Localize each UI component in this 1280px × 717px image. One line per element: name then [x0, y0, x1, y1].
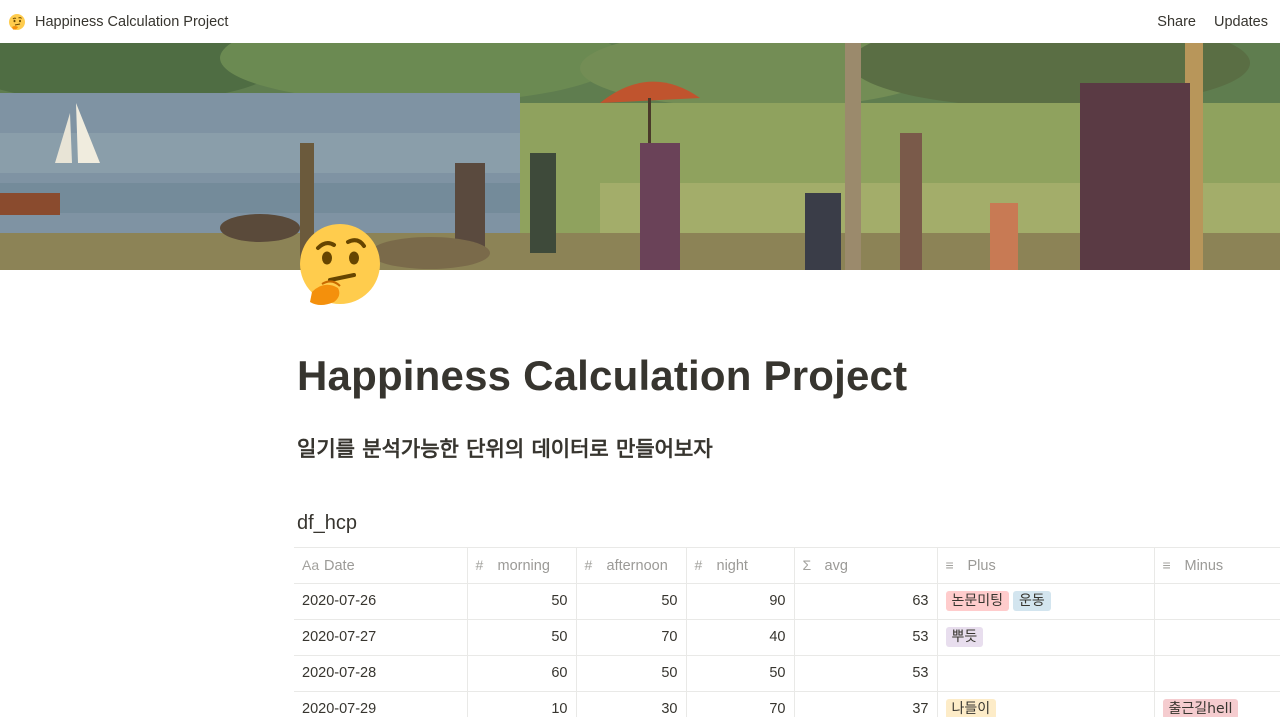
cell-night[interactable]: 70	[686, 691, 795, 717]
cell-date[interactable]: 2020-07-28	[294, 655, 468, 692]
cell-plus[interactable]: 논문미팅 운동	[937, 583, 1155, 620]
cell-plus[interactable]	[937, 655, 1155, 692]
cell-avg[interactable]: 63	[794, 583, 938, 620]
cell-plus[interactable]: 뿌듯	[937, 619, 1155, 656]
cell-afternoon[interactable]: 50	[576, 655, 687, 692]
number-property-icon: #	[694, 556, 703, 573]
page-title[interactable]: Happiness Calculation Project	[297, 352, 907, 400]
column-header-afternoon[interactable]: # afternoon	[576, 548, 687, 584]
formula-property-icon: Σ	[802, 556, 812, 573]
column-header-label: morning	[497, 557, 550, 574]
thinking-face-icon	[9, 13, 25, 30]
updates-button[interactable]: Updates	[1214, 14, 1268, 30]
cell-plus[interactable]: 나들이	[937, 691, 1155, 717]
tag[interactable]: 뿌듯	[945, 627, 984, 647]
multiselect-property-icon: ≡	[945, 556, 954, 573]
cell-avg[interactable]: 53	[794, 619, 938, 656]
column-header-plus[interactable]: ≡ Plus	[937, 548, 1155, 584]
thinking-face-icon[interactable]	[296, 222, 384, 310]
database-title[interactable]: df_hcp	[297, 512, 357, 535]
cell-afternoon[interactable]: 70	[576, 619, 687, 656]
cell-minus[interactable]	[1154, 655, 1280, 692]
table-row[interactable]: 2020-07-26 50 50 90 63 논문미팅 운동	[294, 583, 1280, 620]
multiselect-property-icon: ≡	[1162, 556, 1171, 573]
breadcrumb-page-name: Happiness Calculation Project	[35, 13, 229, 30]
table-row[interactable]: 2020-07-27 50 70 40 53 뿌듯	[294, 619, 1280, 656]
column-header-label: avg	[824, 557, 848, 574]
cell-night[interactable]: 40	[686, 619, 795, 656]
cell-night[interactable]: 50	[686, 655, 795, 692]
cell-date[interactable]: 2020-07-27	[294, 619, 468, 656]
breadcrumb[interactable]: Happiness Calculation Project	[8, 13, 228, 31]
column-header-label: Minus	[1184, 557, 1224, 574]
database-table: Aa Date # morning # afternoon # night Σavg ≡ Plus ≡…	[294, 547, 1280, 717]
column-header-label: Plus	[967, 557, 996, 574]
cell-afternoon[interactable]: 50	[576, 583, 687, 620]
cell-morning[interactable]: 10	[467, 691, 577, 717]
cell-night[interactable]: 90	[686, 583, 795, 620]
column-header-night[interactable]: # night	[686, 548, 795, 584]
cover-image[interactable]	[0, 43, 1280, 270]
cell-avg[interactable]: 53	[794, 655, 938, 692]
column-header-date[interactable]: Aa Date	[294, 548, 468, 584]
cover-painting	[0, 43, 1280, 270]
cell-morning[interactable]: 60	[467, 655, 577, 692]
cell-minus[interactable]	[1154, 619, 1280, 656]
number-property-icon: #	[584, 556, 593, 573]
cell-avg[interactable]: 37	[794, 691, 938, 717]
text-property-icon: Aa	[302, 556, 320, 573]
cell-morning[interactable]: 50	[467, 583, 577, 620]
page-subtitle[interactable]: 일기를 분석가능한 단위의 데이터로 만들어보자	[297, 433, 713, 463]
topbar: Happiness Calculation Project Share Upda…	[0, 0, 1280, 43]
cell-afternoon[interactable]: 30	[576, 691, 687, 717]
cell-minus[interactable]	[1154, 583, 1280, 620]
table-header-row: Aa Date # morning # afternoon # night Σavg ≡ Plus ≡…	[294, 548, 1280, 584]
table-row[interactable]: 2020-07-28 60 50 50 53	[294, 655, 1280, 692]
table-row[interactable]: 2020-07-29 10 30 70 37 나들이 출근길hell	[294, 691, 1280, 717]
tag[interactable]: 논문미팅	[945, 591, 1010, 611]
tag[interactable]: 나들이	[945, 699, 997, 717]
cell-morning[interactable]: 50	[467, 619, 577, 656]
column-header-minus[interactable]: ≡ Minus	[1154, 548, 1280, 584]
tag[interactable]: 운동	[1013, 591, 1051, 611]
cell-minus[interactable]: 출근길hell	[1154, 691, 1280, 717]
column-header-morning[interactable]: # morning	[467, 548, 577, 584]
column-header-avg[interactable]: Σavg	[794, 548, 938, 584]
number-property-icon: #	[475, 556, 484, 573]
column-header-label: afternoon	[606, 557, 668, 574]
column-header-label: Date	[324, 557, 355, 574]
share-button[interactable]: Share	[1157, 14, 1196, 30]
column-header-label: night	[716, 557, 748, 574]
cell-date[interactable]: 2020-07-29	[294, 691, 468, 717]
cell-date[interactable]: 2020-07-26	[294, 583, 468, 620]
tag[interactable]: 출근길hell	[1162, 699, 1239, 717]
